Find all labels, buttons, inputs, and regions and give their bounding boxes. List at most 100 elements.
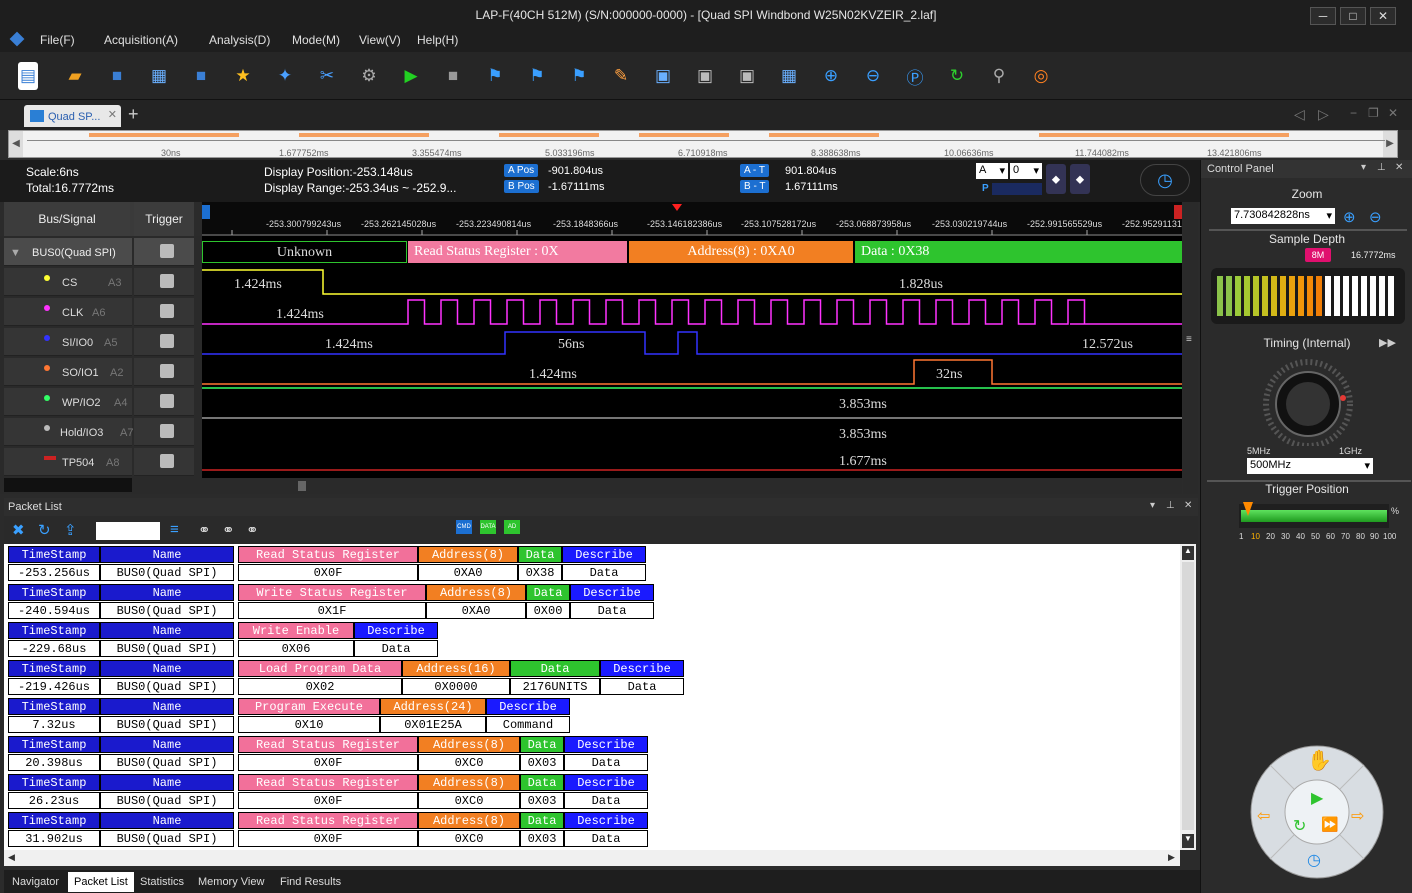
cursor-flag-icon[interactable]: ⚑ (522, 62, 552, 90)
trigger-cell[interactable] (134, 268, 194, 296)
trigger-cell[interactable] (134, 448, 194, 476)
run-play-icon[interactable]: ▶ (396, 62, 426, 90)
signal-scrollbar[interactable] (4, 478, 132, 492)
cursor-b-marker[interactable] (1174, 205, 1182, 219)
settings-wrench-icon[interactable]: ✦ (270, 62, 300, 90)
bus-segment-unknown[interactable]: Unknown (202, 241, 407, 263)
signal-row-clk[interactable]: CLK A6 (4, 298, 132, 326)
cursor-a-marker[interactable] (202, 205, 210, 219)
trigger-x-icon[interactable] (160, 274, 174, 288)
overview-left-arrow[interactable]: ◀ (9, 131, 23, 157)
overview-right-arrow[interactable]: ▶ (1383, 131, 1397, 157)
upload-icon[interactable]: ⇪ (64, 521, 77, 539)
tab-prev-icon[interactable]: ◁ (1294, 106, 1305, 123)
print-icon[interactable]: ▦ (144, 62, 174, 90)
trigger-x-icon[interactable] (160, 424, 174, 438)
bus-segment-address[interactable]: Address(8) : 0XA0 (629, 241, 853, 263)
menu-view[interactable]: View(V) (359, 33, 401, 47)
zoom-select[interactable]: 7.730842828ns ▾ (1231, 208, 1335, 224)
overview-ruler[interactable]: ◀ ▶ 30ns 1.677752ms 3.355474ms 5.033196m… (8, 130, 1398, 158)
trigger-edge-icon[interactable] (160, 454, 174, 468)
panel-close-icon[interactable]: ✕ (1395, 162, 1403, 173)
sort-icon[interactable]: ≡ (170, 521, 179, 538)
zoom-refresh-icon[interactable]: ↻ (942, 62, 972, 90)
fast-forward-icon[interactable]: ⏩ (1321, 816, 1338, 833)
save-as-icon[interactable]: ■ (186, 62, 216, 90)
signal-row-hold[interactable]: Hold/IO3 A7 (4, 418, 133, 446)
trigger-cell[interactable] (134, 328, 194, 356)
tab-memory-view[interactable]: Memory View (192, 872, 270, 892)
scroll-up-icon[interactable]: ▲ (1182, 546, 1194, 560)
expand-arrows-icon[interactable]: ▶▶ (1379, 336, 1396, 349)
tab-minimize-icon[interactable]: − (1350, 106, 1357, 120)
stop-icon[interactable]: ■ (438, 62, 468, 90)
wave-vscroll[interactable]: ≡ (1183, 202, 1198, 494)
play-icon[interactable]: ▶ (1311, 788, 1323, 808)
trigger-x-icon[interactable] (160, 364, 174, 378)
panel-dropdown-icon[interactable]: ▾ (1361, 162, 1366, 173)
tab-close-all-icon[interactable]: ✕ (1388, 106, 1398, 120)
menu-mode[interactable]: Mode(M) (292, 33, 340, 47)
waveform-view[interactable]: -253.300799243us -253.262145028us -253.2… (202, 202, 1182, 494)
refresh-icon[interactable]: ↻ (38, 521, 51, 539)
find-next-icon[interactable]: ⚭ (246, 521, 259, 539)
signal-row-tp504[interactable]: TP504 A8 (4, 448, 132, 476)
tab-statistics[interactable]: Statistics (134, 872, 190, 892)
scroll-left-icon[interactable]: ◀ (8, 852, 15, 863)
help-lifebuoy-icon[interactable]: ◎ (1026, 62, 1056, 90)
packet-vscroll[interactable]: ▲ ▼ (1180, 544, 1196, 850)
legend-data[interactable]: DATA (480, 520, 496, 534)
cursor-a-select[interactable]: A ▾ (976, 163, 1008, 179)
scroll-right-icon[interactable]: ▶ (1168, 852, 1175, 863)
new-file-icon[interactable]: ▤ (18, 62, 38, 90)
packet-hscroll[interactable]: ◀ ▶ (4, 850, 1180, 866)
signal-row-wp[interactable]: WP/IO2 A4 (4, 388, 132, 416)
menu-analysis[interactable]: Analysis(D) (209, 33, 270, 47)
open-folder-icon[interactable]: ▰ (60, 62, 90, 90)
marker-pin-icon[interactable]: ⬥ (1070, 164, 1090, 194)
find-prev-icon[interactable]: ⚭ (222, 521, 235, 539)
wave-hscroll-track[interactable] (202, 478, 1182, 494)
panel-close-icon[interactable]: ✕ (1184, 500, 1192, 511)
trigger-x-icon[interactable] (160, 244, 174, 258)
add-tab-icon[interactable]: + (128, 104, 139, 125)
signal-row-cs[interactable]: CS A3 (4, 268, 132, 296)
tab-restore-icon[interactable]: ❐ (1368, 106, 1379, 120)
import-icon[interactable]: ▣ (732, 62, 762, 90)
probe-icon[interactable]: ✎ (606, 62, 636, 90)
clear-tools-icon[interactable]: ✖ (12, 521, 25, 539)
tools-icon[interactable]: ✂ (312, 62, 342, 90)
bus-segment-data[interactable]: Data : 0X38 (855, 241, 1182, 263)
search-probe-icon[interactable]: ⚲ (984, 62, 1014, 90)
zoom-fit-icon[interactable]: Ⓟ (900, 62, 930, 90)
trigger-x-icon[interactable] (160, 304, 174, 318)
wave-hscroll-thumb[interactable] (298, 481, 306, 491)
tab-quad-spi[interactable]: Quad SP... ✕ (24, 105, 121, 127)
packet-search-input[interactable] (96, 522, 160, 540)
signal-row-bus0[interactable]: ▼ BUS0(Quad SPI) (4, 238, 132, 266)
menu-file[interactable]: File(F) (40, 33, 75, 47)
binary-view-icon[interactable]: ▦ (774, 62, 804, 90)
marker-pin-icon[interactable]: ⬥ (1046, 164, 1066, 194)
add-cursor-icon[interactable]: ⚑ (480, 62, 510, 90)
tab-close-icon[interactable]: ✕ (108, 108, 117, 121)
move-cursor-icon[interactable]: ⚑ (564, 62, 594, 90)
expand-chevron-icon[interactable]: ▼ (10, 247, 21, 259)
packet-list[interactable]: TimeStamp -253.256us Name BUS0(Quad SPI) Rea… (4, 544, 1180, 850)
scroll-down-icon[interactable]: ▼ (1182, 834, 1194, 848)
left-arrow-icon[interactable]: ⇦ (1257, 806, 1270, 826)
bus-segment-command[interactable]: Read Status Register : 0X (408, 241, 627, 263)
export-icon[interactable]: ▣ (690, 62, 720, 90)
clock-center-icon[interactable]: ◷ (1307, 850, 1321, 870)
menu-lines-icon[interactable]: ≡ (1186, 334, 1196, 345)
sample-rate-select[interactable]: 500MHz ▾ (1247, 458, 1373, 474)
gear-icon[interactable]: ⚙ (354, 62, 384, 90)
trigger-position-slider[interactable] (1239, 502, 1389, 528)
trigger-cell[interactable] (134, 418, 194, 446)
panel-dropdown-icon[interactable]: ▾ (1150, 500, 1155, 511)
protocol-icon[interactable]: ▣ (648, 62, 678, 90)
tab-packet-list[interactable]: Packet List (68, 872, 134, 892)
trigger-cell[interactable] (134, 388, 194, 416)
hand-pan-icon[interactable]: ✋ (1307, 748, 1332, 773)
save-icon[interactable]: ■ (102, 62, 132, 90)
